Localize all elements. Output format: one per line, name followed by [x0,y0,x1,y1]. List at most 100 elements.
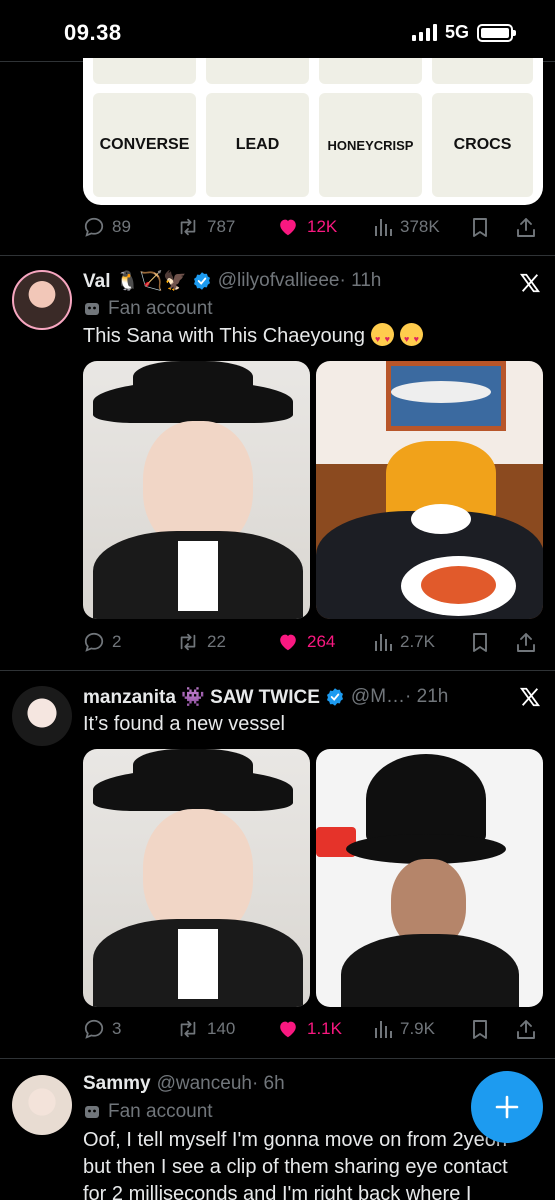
tile-top [432,58,533,84]
word-tile: LEAD [206,93,309,197]
repost-icon [180,633,196,651]
photo-hat-portrait[interactable] [83,749,310,1007]
bookmark-icon [473,218,487,237]
views-button[interactable]: 2.7K [373,631,435,653]
repost-count: 140 [207,1019,236,1038]
tweet-text: It’s found a new vessel [83,713,285,735]
like-count: 264 [307,632,336,651]
post-time: · 11h [339,270,382,291]
share-button[interactable] [515,631,537,653]
post-time: · 6h [251,1073,285,1094]
like-count: 12K [307,217,338,236]
display-name[interactable]: Val 🐧🏹🦅 [83,269,187,293]
word-tile: HONEYCRISP [319,93,422,197]
reply-button[interactable]: 2 [83,631,121,653]
reply-count: 3 [112,1019,122,1038]
x-logo-icon [519,687,541,707]
reply-button[interactable]: 3 [83,1018,121,1040]
signal-icon [411,24,437,41]
views-icon [375,1021,392,1038]
views-button[interactable]: 378K [373,216,440,238]
account-label: Fan account [83,298,213,320]
tweet-header: manzanita 👾 SAW TWICE @M… · 21h [83,685,448,709]
divider [0,255,555,256]
views-icon [375,634,392,651]
bookmark-icon [473,633,487,652]
repost-button[interactable]: 787 [176,216,235,238]
battery-icon [477,23,516,42]
like-icon [280,1021,296,1038]
repost-count: 22 [207,632,226,651]
network-type: 5G [444,22,469,42]
compose-icon [495,1095,519,1119]
repost-icon [180,218,196,236]
mask-icon [85,303,99,315]
bookmark-button[interactable] [470,631,490,653]
compose-button[interactable] [471,1071,543,1143]
post-time: · 21h [405,686,449,707]
tweet-header: Val 🐧🏹🦅 @lilyofvallieee · 11h [83,269,381,293]
mask-icon [85,1106,99,1118]
like-icon [280,219,296,236]
quoted-card[interactable]: CONVERSE LEAD HONEYCRISP CROCS [83,58,543,205]
repost-count: 787 [207,217,236,236]
photo-hat-portrait[interactable] [83,361,310,619]
view-count: 7.9K [400,1019,435,1038]
bookmark-button[interactable] [470,216,490,238]
display-name[interactable]: manzanita 👾 SAW TWICE [83,685,320,709]
like-count: 1.1K [307,1019,342,1038]
word-tile: CONVERSE [93,93,196,197]
views-icon [375,219,392,236]
status-indicators: 5G [411,22,516,43]
avatar[interactable] [12,1075,72,1135]
view-count: 2.7K [400,632,435,651]
media-grid [83,749,543,1007]
user-handle[interactable]: @wanceuh [157,1073,252,1095]
account-label: Fan account [83,1101,213,1123]
tweet-actions: 2 22 264 2.7K [83,627,543,657]
status-time: 09.38 [64,20,122,45]
view-count: 378K [400,217,440,236]
bookmark-button[interactable] [470,1018,490,1040]
display-name[interactable]: Sammy [83,1073,151,1095]
fan-account-label: Fan account [108,298,213,319]
heart-eyes-emoji [400,323,424,353]
tile-top [319,58,422,84]
tweet-actions: 3 140 1.1K 7.9K [83,1014,543,1044]
x-logo-icon [519,273,541,293]
tweet-text-line: Oof, I tell myself I'm gonna move on fro… [83,1129,508,1151]
avatar[interactable] [12,686,72,746]
share-icon [517,218,535,237]
reply-count: 2 [112,632,122,651]
share-icon [517,1020,535,1039]
like-button[interactable]: 264 [276,631,335,653]
fan-account-label: Fan account [108,1101,213,1122]
verified-icon [326,688,343,706]
tile-top [93,58,196,84]
like-icon [280,634,296,651]
repost-icon [180,1020,196,1038]
like-button[interactable]: 1.1K [276,1018,342,1040]
tile-top [206,58,309,84]
media-grid [83,361,543,619]
avatar[interactable] [12,270,72,330]
user-handle[interactable]: @lilyofvallieee [218,270,340,292]
tweet-text-line: for 2 milliseconds and I'm right back wh… [83,1183,472,1200]
repost-button[interactable]: 140 [176,1018,235,1040]
reply-button[interactable]: 89 [83,216,131,238]
divider [0,670,555,671]
divider [0,1058,555,1059]
word-tile: CROCS [432,93,533,197]
share-button[interactable] [515,1018,537,1040]
share-icon [517,633,535,652]
photo-restaurant[interactable] [316,361,543,619]
user-handle[interactable]: @M… [351,686,405,708]
tweet-text: This Sana with This Chaeyoung [83,323,424,353]
like-button[interactable]: 12K [276,216,337,238]
share-button[interactable] [515,216,537,238]
views-button[interactable]: 7.9K [373,1018,435,1040]
reply-icon [84,632,104,652]
photo-tall-hat[interactable] [316,749,543,1007]
tweet-text-line: but then I see a clip of them sharing ey… [83,1156,508,1178]
repost-button[interactable]: 22 [176,631,226,653]
